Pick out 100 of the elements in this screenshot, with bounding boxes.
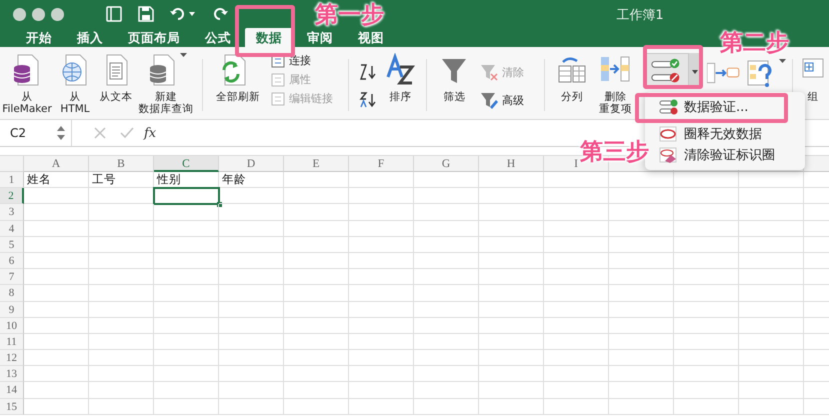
table-cell xyxy=(414,172,479,188)
table-cell xyxy=(414,220,479,237)
row-header[interactable]: 3 xyxy=(0,204,24,221)
table-cell xyxy=(414,334,479,350)
ribbon-tab[interactable]: 开始 xyxy=(15,28,63,46)
row-header[interactable]: 2 xyxy=(0,188,24,204)
row-header[interactable]: 11 xyxy=(0,334,24,350)
ribbon-button[interactable]: 筛选 xyxy=(439,87,470,103)
table-cell xyxy=(349,302,414,318)
table-cell xyxy=(284,398,349,415)
ribbon-tab[interactable]: 插入 xyxy=(66,28,114,46)
save-icon[interactable] xyxy=(138,6,154,22)
table-cell xyxy=(219,220,284,237)
row-header[interactable]: 10 xyxy=(0,318,24,334)
ribbon-tab[interactable]: 公式 xyxy=(194,28,242,46)
ribbon-tab[interactable]: 页面布局 xyxy=(117,28,191,46)
table-cell xyxy=(479,350,544,366)
table-cell xyxy=(349,220,414,237)
window-control[interactable] xyxy=(51,8,64,20)
table-cell xyxy=(609,382,674,399)
ribbon-button[interactable]: 从 HTML xyxy=(56,87,94,115)
sort-descending-icon[interactable] xyxy=(359,91,378,109)
table-cell: 年龄 xyxy=(219,172,284,188)
table-cell: 性别 xyxy=(154,172,219,188)
ribbon-button[interactable]: 全部刷新 xyxy=(212,87,264,103)
row-header[interactable]: 13 xyxy=(0,366,24,382)
table-cell xyxy=(349,172,414,188)
ribbon-button[interactable]: 连接 xyxy=(270,53,338,68)
table-cell xyxy=(219,188,284,204)
table-cell xyxy=(349,398,414,415)
row-header[interactable]: 14 xyxy=(0,382,24,399)
table-cell xyxy=(219,236,284,253)
ribbon-button[interactable]: 排序 xyxy=(386,87,416,103)
table-cell xyxy=(219,269,284,286)
ribbon-button[interactable]: 删除 重复项 xyxy=(594,87,636,115)
table-cell xyxy=(739,302,804,318)
column-header[interactable]: F xyxy=(349,156,414,172)
undo-icon[interactable] xyxy=(170,7,196,21)
row-header[interactable]: 8 xyxy=(0,285,24,302)
active-cell[interactable] xyxy=(154,188,219,204)
row-header[interactable]: 6 xyxy=(0,252,24,270)
ribbon-tab[interactable]: 审阅 xyxy=(296,28,344,46)
highlight-frame xyxy=(643,45,703,89)
consolidate-icon[interactable] xyxy=(707,61,740,85)
column-header[interactable]: E xyxy=(284,156,349,172)
ribbon-button[interactable]: 高级 xyxy=(480,91,534,109)
table-cell xyxy=(414,302,479,318)
table-cell xyxy=(479,334,544,350)
table-cell xyxy=(154,398,219,415)
menu-item[interactable]: 清除验证标识圈 xyxy=(659,146,775,164)
column-header[interactable]: G xyxy=(414,156,479,172)
name-box[interactable]: C2 xyxy=(0,120,72,146)
table-cell xyxy=(544,350,609,366)
table-cell xyxy=(89,285,154,302)
eraser-icon xyxy=(659,147,679,163)
ribbon-tab[interactable]: 数据 xyxy=(245,28,293,47)
ribbon-button[interactable]: 新建 数据库查询 xyxy=(134,87,198,115)
table-cell xyxy=(739,350,804,366)
menu-item[interactable]: 数据验证... xyxy=(659,97,748,116)
sort-ascending-icon[interactable] xyxy=(359,63,378,81)
table-cell xyxy=(284,252,349,270)
column-header[interactable]: C xyxy=(154,156,219,172)
ribbon-button[interactable]: 从文本 xyxy=(96,87,136,103)
column-header[interactable]: A xyxy=(24,156,89,172)
function-button[interactable]: fx xyxy=(144,126,156,140)
table-cell xyxy=(154,334,219,350)
menu-item[interactable]: 圈释无效数据 xyxy=(659,125,762,143)
column-header[interactable]: H xyxy=(479,156,544,172)
properties-icon xyxy=(270,72,285,86)
ribbon-button[interactable]: 组 xyxy=(804,87,823,103)
table-cell xyxy=(739,269,804,286)
table-cell xyxy=(154,269,219,286)
row-header[interactable]: 4 xyxy=(0,220,24,237)
table-cell xyxy=(414,398,479,415)
table-cell xyxy=(24,334,89,350)
column-header[interactable]: B xyxy=(89,156,154,172)
ribbon-tab[interactable]: 视图 xyxy=(347,28,395,46)
window-control[interactable] xyxy=(32,8,45,20)
table-cell xyxy=(154,252,219,270)
table-cell xyxy=(544,285,609,302)
row-header[interactable]: 1 xyxy=(0,172,24,188)
window-control[interactable] xyxy=(13,8,26,20)
sidebar-icon[interactable] xyxy=(106,6,122,22)
row-header[interactable]: 7 xyxy=(0,269,24,286)
table-cell xyxy=(544,220,609,237)
table-cell xyxy=(609,236,674,253)
table-cell xyxy=(24,350,89,366)
table-cell xyxy=(349,318,414,334)
ribbon-button[interactable]: 分列 xyxy=(556,87,587,103)
column-header[interactable]: D xyxy=(219,156,284,172)
row-header[interactable]: 15 xyxy=(0,398,24,415)
redo-icon[interactable] xyxy=(212,7,228,21)
checkmark-icon[interactable] xyxy=(120,127,134,139)
row-header[interactable]: 12 xyxy=(0,350,24,366)
table-cell xyxy=(219,334,284,350)
row-header[interactable]: 9 xyxy=(0,302,24,318)
row-header[interactable]: 5 xyxy=(0,236,24,253)
ribbon-button[interactable]: 从 FileMaker xyxy=(0,87,56,115)
table-cell xyxy=(609,350,674,366)
table-cell xyxy=(349,334,414,350)
